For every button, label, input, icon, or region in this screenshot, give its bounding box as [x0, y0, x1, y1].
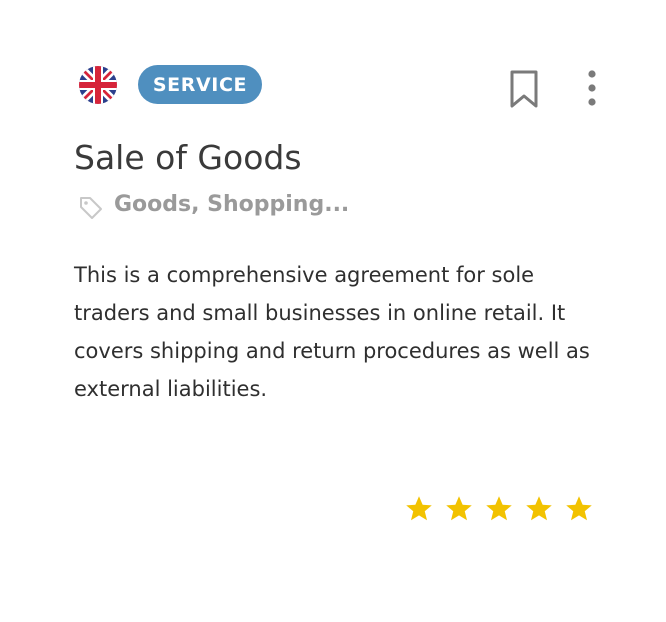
card-title[interactable]: Sale of Goods [74, 138, 302, 177]
uk-flag-icon [79, 66, 117, 104]
star-icon [526, 496, 552, 521]
tag-list: Goods, Shopping... [114, 192, 350, 217]
category-badge: SERVICE [138, 65, 262, 104]
star-icon [406, 496, 432, 521]
document-card[interactable]: SERVICE Sale of Goods Goods, Shopping...… [0, 0, 666, 622]
more-vertical-icon[interactable] [580, 68, 604, 110]
card-description: This is a comprehensive agreement for so… [74, 263, 590, 401]
star-rating [404, 494, 594, 524]
tag-icon [78, 195, 104, 221]
star-icon [446, 496, 472, 521]
star-icon [566, 496, 592, 521]
star-icon [486, 496, 512, 521]
bookmark-icon[interactable] [509, 70, 539, 108]
